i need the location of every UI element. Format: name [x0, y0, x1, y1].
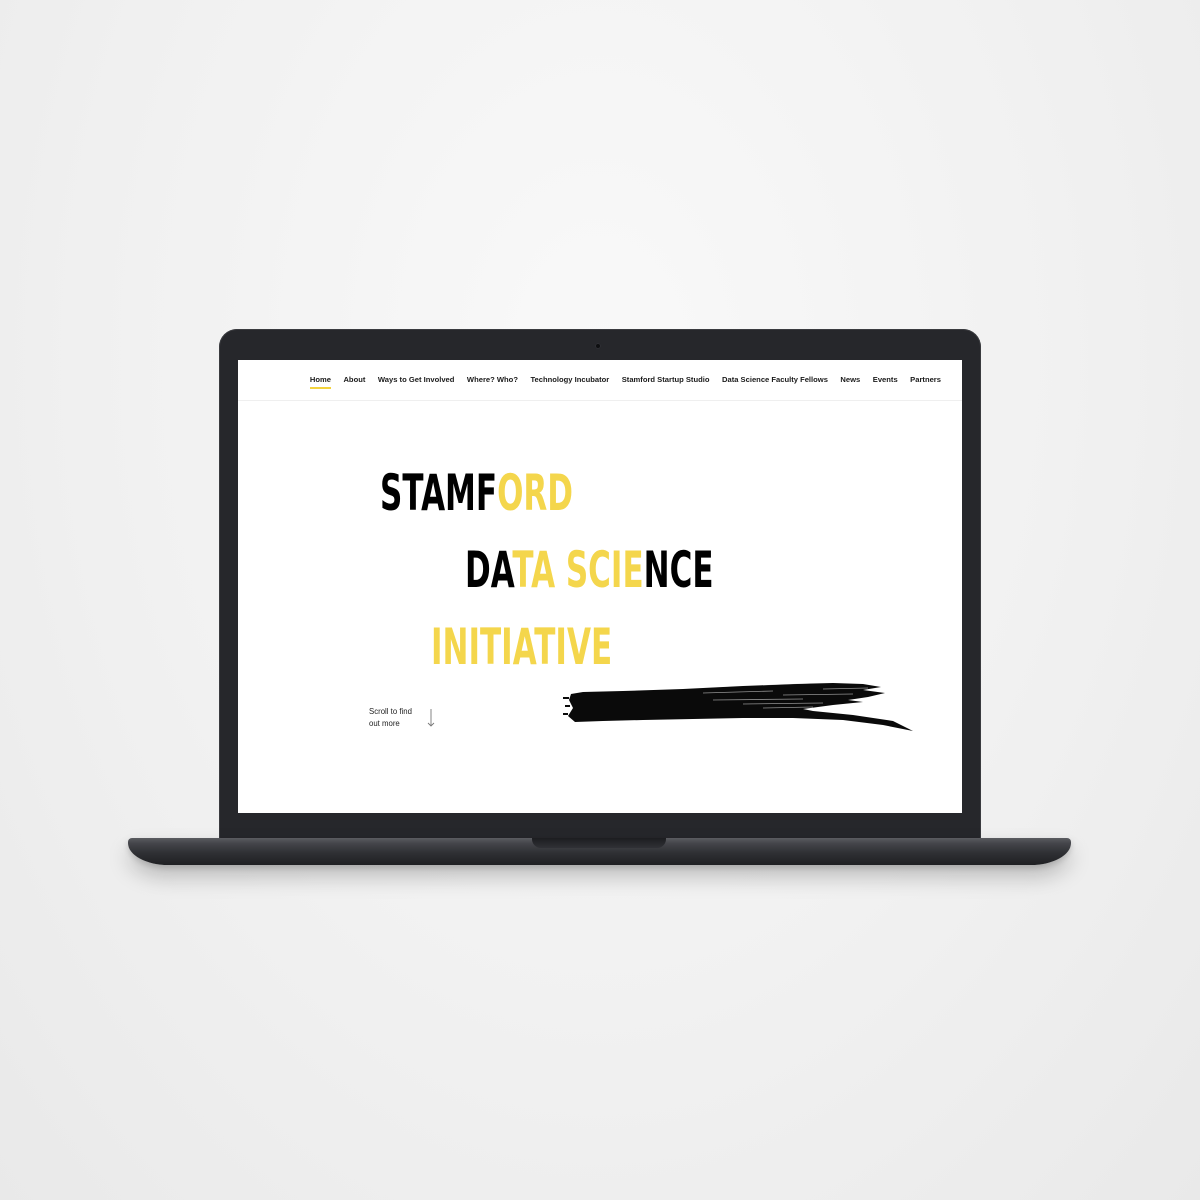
nav-item-stamford-startup-studio[interactable]: Stamford Startup Studio — [622, 375, 710, 384]
hero-title-line-1: STAMFORD — [380, 468, 573, 518]
scroll-cta[interactable]: Scroll to find out more — [369, 706, 412, 730]
laptop-base — [128, 838, 1071, 865]
nav-item-home[interactable]: Home — [309, 375, 332, 389]
nav-item-about[interactable]: About — [343, 375, 365, 384]
hero-title-black: STAMF — [380, 464, 498, 522]
hero-title-yellow: INITIATIVE — [431, 618, 613, 676]
scroll-cta-line-2: out more — [369, 719, 400, 728]
hero-title-line-3: INITIATIVE — [431, 622, 612, 672]
nav-item-where-who[interactable]: Where? Who? — [467, 375, 518, 384]
hero-title-black-end: NCE — [643, 541, 714, 599]
scroll-cta-line-1: Scroll to find — [369, 707, 412, 716]
hero-title-line-2: DATA SCIENCE — [465, 545, 714, 595]
hero-title-yellow: TA SCIE — [512, 541, 644, 599]
hero-title-black: DA — [465, 541, 513, 599]
nav-item-partners[interactable]: Partners — [910, 375, 941, 384]
nav-item-ways-to-get-involved[interactable]: Ways to Get Involved — [378, 375, 455, 384]
nav-item-technology-incubator[interactable]: Technology Incubator — [530, 375, 609, 384]
browser-viewport: Home About Ways to Get Involved Where? W… — [238, 360, 962, 813]
nav-item-events[interactable]: Events — [873, 375, 898, 384]
nav-menu: Home About Ways to Get Involved Where? W… — [309, 375, 941, 389]
camera-icon — [595, 343, 601, 349]
laptop-lid: Home About Ways to Get Involved Where? W… — [219, 329, 981, 841]
arrow-down-icon[interactable] — [424, 708, 438, 728]
laptop-notch — [532, 838, 666, 848]
nav-item-data-science-faculty-fellows[interactable]: Data Science Faculty Fellows — [722, 375, 828, 384]
main-nav: Home About Ways to Get Involved Where? W… — [238, 360, 962, 401]
brush-stroke — [563, 682, 913, 731]
hero-title-yellow: ORD — [497, 464, 574, 522]
nav-item-news[interactable]: News — [840, 375, 860, 384]
